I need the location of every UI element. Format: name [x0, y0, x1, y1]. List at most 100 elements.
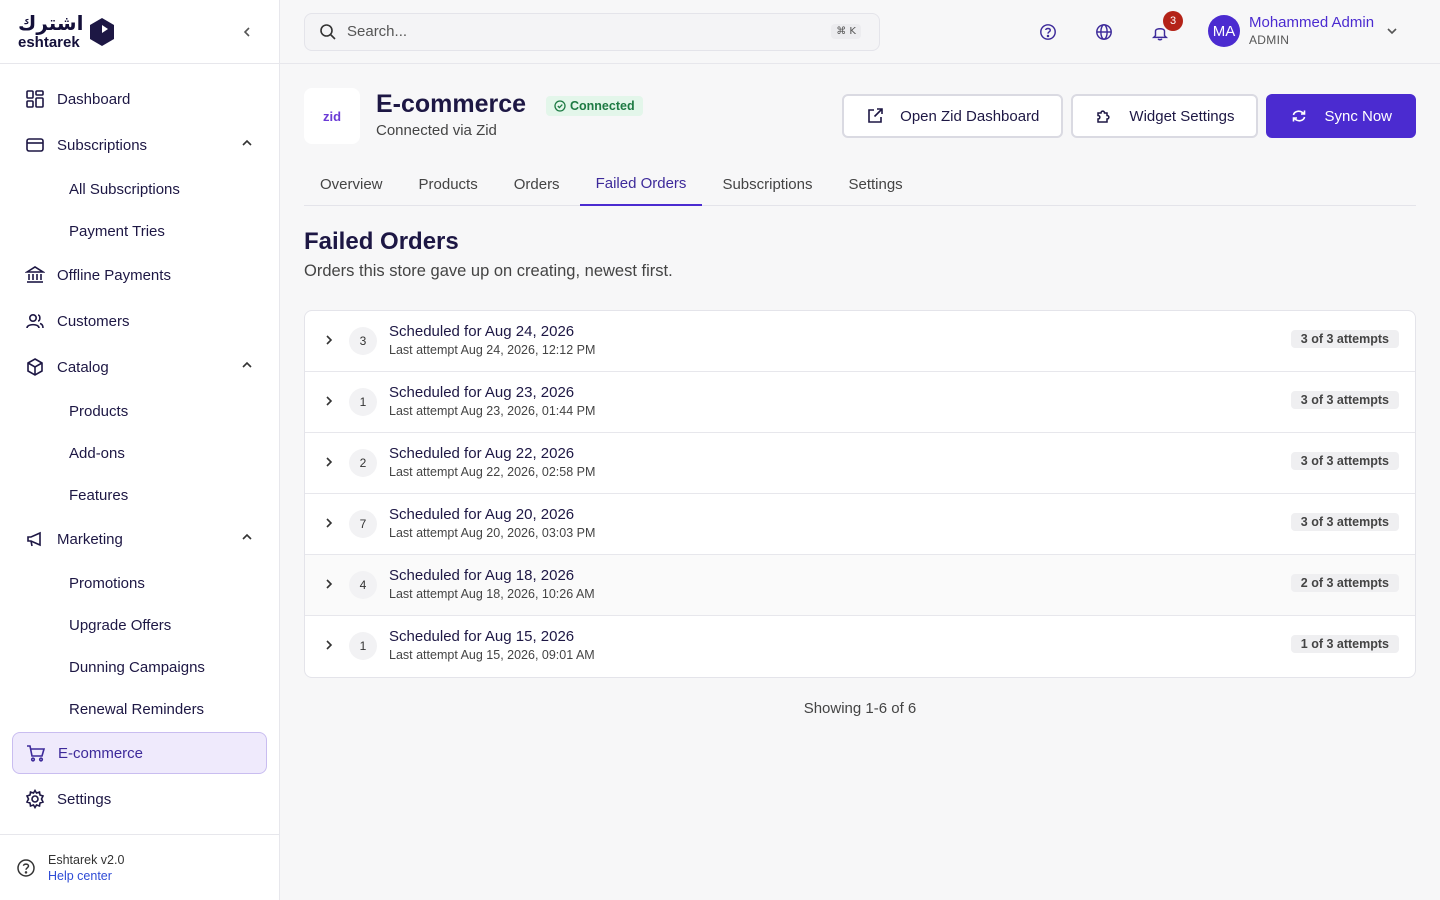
tab-products[interactable]: Products: [403, 162, 494, 206]
tab-overview[interactable]: Overview: [304, 162, 399, 206]
sidebar-item-ecommerce[interactable]: E-commerce: [12, 732, 267, 774]
tab-failed-orders[interactable]: Failed Orders: [579, 162, 703, 206]
widget-settings-label: Widget Settings: [1129, 107, 1235, 125]
external-link-icon: [868, 108, 883, 123]
card-icon: [24, 134, 46, 156]
order-count: 1: [349, 632, 377, 660]
zid-logo-text: zid: [322, 108, 342, 124]
sidebar-item-dashboard[interactable]: Dashboard: [12, 78, 267, 120]
header-actions: Open Zid Dashboard Widget Settings Sync …: [834, 94, 1416, 138]
order-last-attempt: Last attempt Aug 20, 2026, 03:03 PM: [389, 526, 596, 540]
table-row[interactable]: 7 Scheduled for Aug 20, 2026 Last attemp…: [305, 494, 1415, 555]
order-last-attempt: Last attempt Aug 22, 2026, 02:58 PM: [389, 465, 596, 479]
sidebar-item-catalog[interactable]: Catalog: [12, 346, 267, 388]
collapse-sidebar-button[interactable]: [237, 22, 257, 42]
user-role: ADMIN: [1249, 33, 1290, 47]
sidebar-subitem-features[interactable]: Features: [12, 476, 267, 514]
tab-subscriptions[interactable]: Subscriptions: [706, 162, 828, 206]
language-button[interactable]: [1092, 20, 1116, 44]
logo[interactable]: اشترك eshtarek: [18, 13, 83, 50]
search-box[interactable]: ⌘ K: [304, 12, 880, 51]
sidebar-item-label: Catalog: [57, 358, 109, 376]
help-icon: [1040, 24, 1056, 40]
sidebar-item-label: Marketing: [57, 530, 123, 548]
chevron-right-icon: [326, 518, 333, 528]
widget-settings-button[interactable]: Widget Settings: [1071, 94, 1259, 138]
notifications-button[interactable]: 3: [1148, 11, 1183, 44]
tab-settings[interactable]: Settings: [832, 162, 918, 206]
sidebar-item-label: Subscriptions: [57, 136, 148, 154]
chevron-right-icon: [326, 335, 333, 345]
section-title: Failed Orders: [304, 228, 459, 255]
section-subtitle: Orders this store gave up on creating, n…: [304, 262, 673, 280]
sidebar-item-label: Dashboard: [57, 90, 131, 108]
table-row[interactable]: 1 Scheduled for Aug 15, 2026 Last attemp…: [305, 616, 1415, 677]
puzzle-icon: [1097, 110, 1111, 123]
sidebar-item-offline-payments[interactable]: Offline Payments: [12, 254, 267, 296]
sync-now-button[interactable]: Sync Now: [1266, 94, 1416, 138]
sidebar-subitem-all-subscriptions[interactable]: All Subscriptions: [12, 170, 267, 208]
chevron-right-icon: [326, 640, 333, 650]
order-count: 3: [349, 327, 377, 355]
sidebar-subitem-dunning-campaigns[interactable]: Dunning Campaigns: [12, 648, 267, 686]
cart-icon: [25, 742, 47, 764]
order-count: 4: [349, 571, 377, 599]
table-row[interactable]: 1 Scheduled for Aug 23, 2026 Last attemp…: [305, 372, 1415, 433]
open-zid-dashboard-button[interactable]: Open Zid Dashboard: [842, 94, 1064, 138]
users-icon: [24, 310, 46, 332]
page-title: E-commerce: [376, 90, 527, 118]
sidebar-item-subscriptions[interactable]: Subscriptions: [12, 124, 267, 166]
chevron-up-icon: [242, 361, 252, 368]
bank-icon: [24, 264, 46, 286]
order-title: Scheduled for Aug 23, 2026: [389, 384, 575, 401]
brand: اشترك eshtarek: [0, 0, 279, 64]
dashboard-icon: [24, 88, 46, 110]
footer-text: Eshtarek v2.0 Help center: [48, 852, 124, 884]
sidebar-subitem-add-ons[interactable]: Add-ons: [12, 434, 267, 472]
sidebar-subitem-renewal-reminders[interactable]: Renewal Reminders: [12, 690, 267, 728]
sidebar-item-customers[interactable]: Customers: [12, 300, 267, 342]
sidebar-subitem-payment-tries[interactable]: Payment Tries: [12, 212, 267, 250]
main-area: ⌘ K 3 MA Mohammed Admin ADMIN zid E-c: [280, 0, 1440, 900]
chevron-up-icon: [242, 533, 252, 540]
sidebar-footer: Eshtarek v2.0 Help center: [0, 834, 280, 900]
chevron-right-icon: [326, 396, 333, 406]
table-row[interactable]: 3 Scheduled for Aug 24, 2026 Last attemp…: [305, 311, 1415, 372]
attempts-badge: 3 of 3 attempts: [1290, 513, 1399, 531]
attempts-badge: 3 of 3 attempts: [1290, 391, 1399, 409]
sidebar-subitem-products[interactable]: Products: [12, 392, 267, 430]
topbar: ⌘ K 3 MA Mohammed Admin ADMIN: [280, 0, 1440, 64]
search-shortcut: ⌘ K: [831, 23, 861, 39]
brand-english: eshtarek: [18, 34, 80, 51]
order-last-attempt: Last attempt Aug 18, 2026, 10:26 AM: [389, 587, 595, 601]
pagination-summary: Showing 1-6 of 6: [803, 700, 917, 717]
help-button[interactable]: [1036, 20, 1060, 44]
order-count: 2: [349, 449, 377, 477]
table-row[interactable]: 2 Scheduled for Aug 22, 2026 Last attemp…: [305, 433, 1415, 494]
attempts-badge: 1 of 3 attempts: [1290, 635, 1399, 653]
chevron-up-icon: [242, 139, 252, 146]
tab-orders[interactable]: Orders: [498, 162, 576, 206]
sync-now-label: Sync Now: [1324, 107, 1392, 125]
status-text: Connected: [570, 99, 635, 113]
sidebar-subitem-upgrade-offers[interactable]: Upgrade Offers: [12, 606, 267, 644]
user-menu[interactable]: MA Mohammed Admin ADMIN: [1208, 14, 1398, 48]
sidebar-item-marketing[interactable]: Marketing: [12, 518, 267, 560]
attempts-badge: 3 of 3 attempts: [1290, 330, 1399, 348]
avatar: MA: [1208, 15, 1240, 47]
help-center-link[interactable]: Help center: [48, 868, 124, 884]
status-badge: Connected: [546, 96, 643, 117]
help-circle-icon: [17, 858, 35, 877]
attempts-badge: 2 of 3 attempts: [1290, 574, 1399, 592]
search-input[interactable]: [347, 23, 787, 40]
topbar-icons: 3: [1036, 11, 1204, 44]
sidebar-subitem-promotions[interactable]: Promotions: [12, 564, 267, 602]
table-row[interactable]: 4 Scheduled for Aug 18, 2026 Last attemp…: [305, 555, 1415, 616]
app-version: Eshtarek v2.0: [48, 852, 125, 867]
order-count: 7: [349, 510, 377, 538]
sidebar-item-label: Settings: [57, 790, 112, 808]
sidebar-item-settings[interactable]: Settings: [12, 778, 267, 820]
order-title: Scheduled for Aug 15, 2026: [389, 628, 575, 645]
sidebar-nav: Dashboard Subscriptions All Subscription…: [0, 64, 279, 820]
order-count: 1: [349, 388, 377, 416]
